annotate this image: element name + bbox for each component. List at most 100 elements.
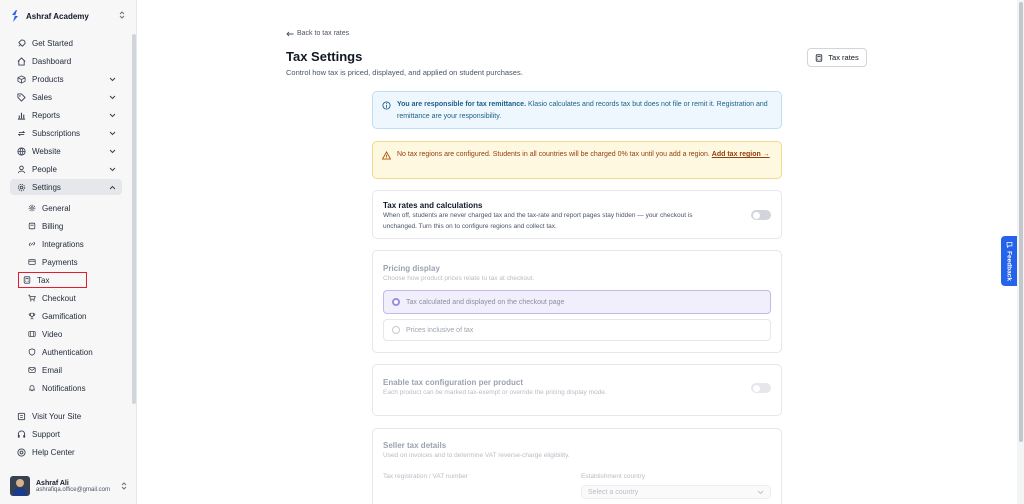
arrow-left-icon xyxy=(286,31,294,37)
sub-label: Tax xyxy=(37,275,50,285)
nav-settings[interactable]: Settings xyxy=(10,179,122,195)
sub-label: General xyxy=(42,203,71,213)
tax-rates-button[interactable]: Tax rates xyxy=(807,48,867,67)
pricing-option-inclusive[interactable]: Prices inclusive of tax xyxy=(383,319,771,341)
card-description: Each product can be marked tax-exempt or… xyxy=(383,389,607,396)
gear-icon xyxy=(26,204,38,212)
settings-gamification[interactable]: Gamification xyxy=(24,309,120,323)
nav-label: Visit Your Site xyxy=(32,411,82,421)
sidebar: Ashraf Academy Get Started Dashboard Pro… xyxy=(0,0,137,504)
nav-label: Settings xyxy=(32,182,61,192)
settings-notifications[interactable]: Notifications xyxy=(24,381,120,395)
sub-label: Email xyxy=(42,365,63,375)
card-title: Tax rates and calculations xyxy=(383,201,483,210)
home-icon xyxy=(14,56,28,66)
shield-icon xyxy=(26,348,38,356)
back-link[interactable]: Back to tax rates xyxy=(286,30,349,37)
chevron-down-icon xyxy=(757,490,764,495)
option-label: Tax calculated and displayed on the chec… xyxy=(406,298,565,306)
lifebuoy-icon xyxy=(14,447,28,457)
country-placeholder: Select a country xyxy=(588,488,639,496)
receipt-icon xyxy=(26,222,38,230)
settings-authentication[interactable]: Authentication xyxy=(24,345,120,359)
gear-icon xyxy=(14,183,28,192)
nav-sales[interactable]: Sales xyxy=(10,89,122,105)
nav-dashboard[interactable]: Dashboard xyxy=(10,53,122,69)
nav-reports[interactable]: Reports xyxy=(10,107,122,123)
chevron-down-icon xyxy=(109,113,116,118)
nav-label: Products xyxy=(32,74,64,84)
settings-video[interactable]: Video xyxy=(24,327,120,341)
card-title: Pricing display xyxy=(383,264,440,273)
chevron-down-icon xyxy=(109,95,116,100)
rocket-icon xyxy=(14,38,28,48)
tax-rates-label: Tax rates xyxy=(828,53,859,62)
nav-subscriptions[interactable]: Subscriptions xyxy=(10,125,122,141)
card-title: Seller tax details xyxy=(383,441,447,450)
pricing-option-checkout[interactable]: Tax calculated and displayed on the chec… xyxy=(383,290,771,314)
settings-billing[interactable]: Billing xyxy=(24,219,120,233)
sidebar-scrollbar[interactable] xyxy=(132,34,136,404)
no-regions-warning: No tax regions are configured. Students … xyxy=(372,141,782,179)
tax-calculations-toggle[interactable] xyxy=(751,210,771,220)
feedback-label: Feedback xyxy=(1005,251,1013,281)
nav-website[interactable]: Website xyxy=(10,143,122,159)
chevron-down-icon xyxy=(109,167,116,172)
nav-label: Get Started xyxy=(32,38,73,48)
box-icon xyxy=(14,74,28,84)
nav-label: Support xyxy=(32,429,61,439)
card-description: Used on invoices and to determine VAT re… xyxy=(383,452,570,459)
sub-label: Notifications xyxy=(42,383,86,393)
chevrons-updown-icon xyxy=(120,481,128,491)
settings-tax[interactable]: Tax xyxy=(18,272,87,288)
film-icon xyxy=(26,330,38,338)
pricing-display-card: Pricing display Choose how product price… xyxy=(372,250,782,353)
nav-support[interactable]: Support xyxy=(10,426,122,442)
tax-calculations-card: Tax rates and calculations When off, stu… xyxy=(372,190,782,239)
bar-chart-icon xyxy=(14,111,28,120)
option-label: Prices inclusive of tax xyxy=(406,326,474,334)
tax-remittance-info: You are responsible for tax remittance. … xyxy=(372,91,782,129)
sub-label: Authentication xyxy=(42,347,93,357)
page-title: Tax Settings xyxy=(286,49,363,64)
settings-email[interactable]: Email xyxy=(24,363,120,377)
settings-integrations[interactable]: Integrations xyxy=(24,237,120,251)
country-select[interactable]: Select a country xyxy=(581,485,771,499)
workspace-switcher[interactable]: Ashraf Academy xyxy=(10,8,126,24)
chevron-up-icon xyxy=(109,185,116,190)
sub-label: Billing xyxy=(42,221,64,231)
scrollbar-thumb[interactable] xyxy=(1018,2,1023,442)
nav-label: Dashboard xyxy=(32,56,72,66)
warning-icon xyxy=(382,151,391,160)
feedback-tab[interactable]: Feedback xyxy=(1001,236,1017,286)
nav-visit-site[interactable]: Visit Your Site xyxy=(10,408,122,424)
nav-people[interactable]: People xyxy=(10,161,122,177)
nav-label: People xyxy=(32,164,57,174)
seller-tax-card: Seller tax details Used on invoices and … xyxy=(372,428,782,504)
settings-general[interactable]: General xyxy=(24,201,120,215)
user-menu[interactable]: Ashraf Ali ashrafiqa.office@gmail.com xyxy=(10,474,128,498)
chevron-down-icon xyxy=(109,131,116,136)
credit-card-icon xyxy=(26,258,38,266)
nav-get-started[interactable]: Get Started xyxy=(10,35,122,51)
external-site-icon xyxy=(14,412,28,421)
nav-help-center[interactable]: Help Center xyxy=(10,444,122,460)
settings-payments[interactable]: Payments xyxy=(24,255,120,269)
nav-products[interactable]: Products xyxy=(10,71,122,87)
nav-label: Website xyxy=(32,146,61,156)
nav-label: Reports xyxy=(32,110,61,120)
main-scrollbar[interactable] xyxy=(1017,0,1024,504)
per-product-toggle[interactable] xyxy=(751,383,771,393)
workspace-name: Ashraf Academy xyxy=(26,11,89,21)
card-description: Choose how product prices relate to tax … xyxy=(383,275,535,282)
user-icon xyxy=(14,165,28,174)
add-tax-region-link[interactable]: Add tax region → xyxy=(712,151,770,158)
card-description: When off, students are never charged tax… xyxy=(383,212,693,230)
radio-checked-icon xyxy=(392,298,400,306)
vat-number-label: Tax registration / VAT number xyxy=(383,473,468,480)
warning-text: No tax regions are configured. Students … xyxy=(397,151,712,158)
chevron-down-icon xyxy=(109,149,116,154)
settings-checkout[interactable]: Checkout xyxy=(24,291,120,305)
headset-icon xyxy=(14,429,28,439)
cart-icon xyxy=(26,294,38,302)
